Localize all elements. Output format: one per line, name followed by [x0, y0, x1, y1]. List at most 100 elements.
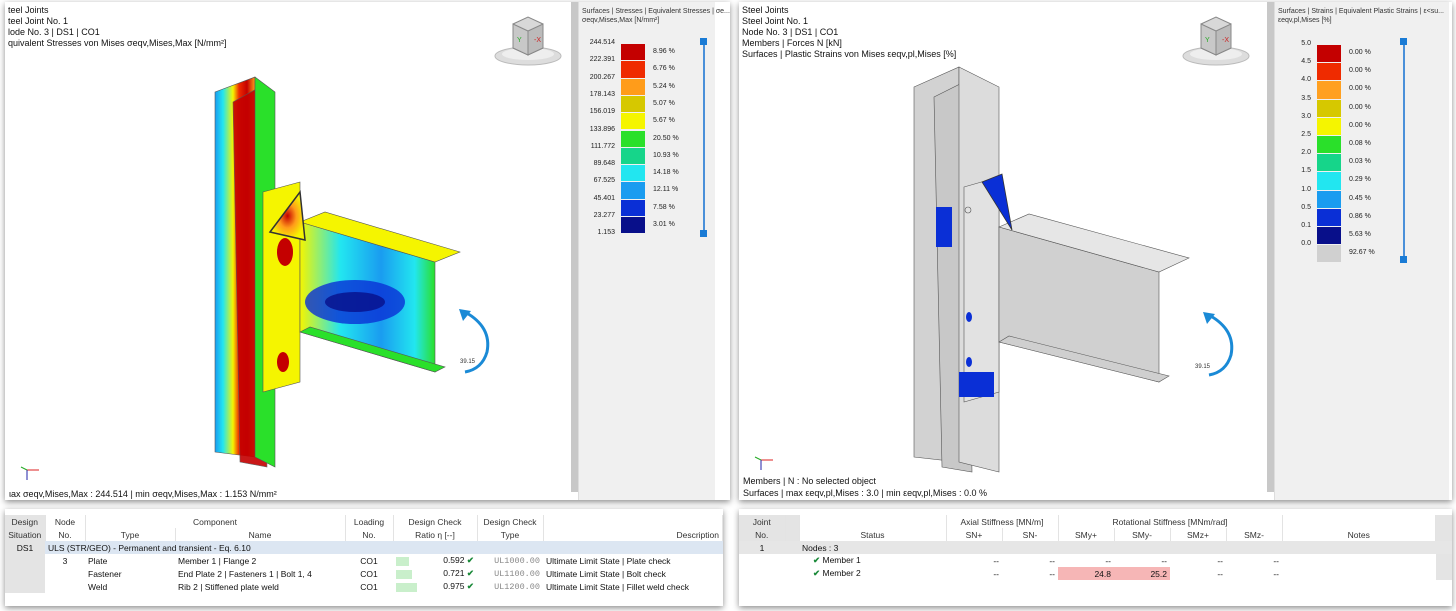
member-stiffness-row[interactable]: ✔ Member 1 -- -- -- -- -- -- — [739, 554, 1452, 567]
legend-percent: 0.00 % — [1349, 121, 1371, 129]
view-header-line: Steel Joint No. 1 — [742, 16, 809, 26]
col-type[interactable]: Type — [85, 528, 176, 541]
legend-percent: 7.58 % — [653, 203, 675, 211]
right-view-footer: Members | N : No selected object Surface… — [743, 476, 987, 499]
description-cell: Ultimate Limit State | Bolt check — [546, 568, 666, 579]
design-check-row[interactable]: Weld Rib 2 | Stiffened plate weld CO1 0.975… — [5, 580, 723, 593]
col-design-check-type[interactable]: Design Check — [477, 515, 544, 528]
view-header-line: quivalent Stresses von Mises σeqv,Mises,… — [8, 38, 227, 48]
legend-slider[interactable] — [1403, 42, 1405, 260]
ratio-bar-cell — [393, 554, 429, 567]
status-cell: ✔ Member 1 — [799, 554, 946, 567]
left-legend-scrollbar[interactable] — [571, 2, 578, 492]
component-type-cell: Plate — [88, 555, 108, 566]
legend-percent: 0.00 % — [1349, 67, 1371, 75]
end-cell — [1435, 554, 1452, 567]
component-name-cell: Rib 2 | Stiffened plate weld — [178, 581, 279, 592]
col-sn-minus[interactable]: SN- — [1002, 528, 1059, 541]
legend-percent: 0.45 % — [1349, 194, 1371, 202]
member-name: Member 1 — [822, 555, 861, 565]
rotation-arrow-icon — [459, 309, 490, 374]
legend-slider[interactable] — [703, 42, 705, 236]
stiffness-smz-plus-cell: -- — [1217, 568, 1223, 579]
col-loading[interactable]: Loading — [345, 515, 394, 528]
legend-percent: 0.86 % — [1349, 212, 1371, 220]
left-view-header: teel Joints teel Joint No. 1 lode No. 3 … — [8, 5, 226, 49]
legend-value: 244.514 — [589, 39, 615, 46]
col-smy-minus[interactable]: SMy- — [1114, 528, 1171, 541]
left-view-footer: ιax σeqv,Mises,Max : 244.514 | min σeqv,… — [9, 489, 277, 499]
legend-slider-handle-top[interactable] — [700, 38, 707, 45]
legend-color-swatch — [1317, 99, 1341, 117]
stiffness-sn-plus-cell: -- — [993, 555, 999, 566]
stiffness-smy-plus-cell: 24.8 — [1058, 567, 1114, 580]
stiffness-sn-plus-cell: -- — [993, 568, 999, 579]
svg-text:Y: Y — [517, 37, 522, 44]
node-group-row[interactable]: 1 Nodes : 3 — [739, 541, 1452, 554]
stiffness-smz-plus-cell: -- — [1217, 555, 1223, 566]
col-rotational-stiffness[interactable]: Rotational Stiffness [MNm/rad] — [1058, 515, 1283, 528]
col-joint-no[interactable]: Joint — [739, 515, 786, 528]
member-stiffness-row[interactable]: ✔ Member 2 -- -- 24.8 25.2 -- -- — [739, 567, 1452, 580]
node-no-cell: 3 — [62, 555, 68, 566]
col-axial-stiffness[interactable]: Axial Stiffness [MN/m] — [946, 515, 1059, 528]
check-ok-icon: ✔ — [466, 568, 474, 578]
component-type-cell: Weld — [88, 581, 108, 592]
legend-color-swatch — [1317, 154, 1341, 172]
legend-color-swatch — [621, 61, 645, 78]
col-component[interactable]: Component — [85, 515, 346, 528]
legend-value: 111.772 — [590, 142, 615, 150]
left-3d-viewport[interactable]: teel Joints teel Joint No. 1 lode No. 3 … — [5, 2, 730, 500]
col-smz-plus[interactable]: SMz+ — [1170, 528, 1227, 541]
legend-value: 1.153 — [597, 229, 615, 237]
view-header-line: Steel Joints — [742, 5, 789, 15]
design-check-row[interactable]: 3 Plate Member 1 | Flange 2 CO1 0.592 ✔ UL100… — [5, 554, 723, 567]
group-row[interactable]: DS1 ULS (STR/GEO) - Permanent and transi… — [5, 541, 723, 554]
stiffness-smz-minus-cell: -- — [1273, 568, 1279, 579]
col-sn-plus[interactable]: SN+ — [946, 528, 1003, 541]
legend-value: 0.5 — [1301, 203, 1311, 211]
right-color-legend: Surfaces | Strains | Equivalent Plastic … — [1274, 2, 1449, 500]
ratio-value: 0.975 — [443, 581, 465, 591]
stress-contour-model[interactable] — [205, 72, 505, 472]
legend-percent: 8.96 % — [653, 48, 675, 55]
legend-percent: 0.08 % — [1349, 140, 1371, 147]
legend-slider-handle-bottom[interactable] — [700, 230, 707, 237]
legend-color-swatch — [621, 95, 645, 113]
ratio-value: 0.721 — [443, 568, 465, 578]
col-end — [1435, 515, 1452, 528]
right-3d-viewport[interactable]: Steel Joints Steel Joint No. 1 Node No. … — [739, 2, 1452, 500]
legend-percent: 5.07 % — [653, 99, 675, 107]
right-legend-scrollbar[interactable] — [1267, 2, 1274, 492]
col-design-check-ratio[interactable]: Design Check — [393, 515, 478, 528]
col-smy-plus[interactable]: SMy+ — [1058, 528, 1115, 541]
legend-color-swatch — [1317, 172, 1341, 190]
col-notes[interactable]: Notes — [1282, 528, 1436, 541]
col-status-top — [799, 515, 947, 528]
legend-percent: 0.29 % — [1349, 176, 1371, 184]
legend-slider-handle-bottom[interactable] — [1400, 256, 1407, 263]
legend-percent: 14.18 % — [653, 169, 679, 177]
strain-contour-model[interactable] — [904, 62, 1214, 482]
col-name[interactable]: Name — [175, 528, 346, 541]
stiffness-smy-plus-cell: -- — [1105, 555, 1111, 566]
stiffness-sn-minus-cell: -- — [1049, 555, 1055, 566]
view-cube-icon[interactable]: Y -X — [493, 12, 563, 68]
view-cube-icon[interactable]: Y -X — [1181, 12, 1251, 68]
col-description[interactable]: Description — [543, 528, 723, 541]
col-node-no[interactable]: Node — [45, 515, 86, 528]
col-smz-minus[interactable]: SMz- — [1226, 528, 1283, 541]
description-cell: Ultimate Limit State | Plate check — [546, 555, 671, 566]
legend-percent: 0.00 % — [1349, 49, 1371, 56]
design-check-table: Design Node Component Loading Design Che… — [5, 515, 723, 593]
node-no-cell — [45, 567, 85, 580]
col-status[interactable]: Status — [799, 528, 947, 541]
legend-percent: 10.93 % — [653, 151, 679, 159]
legend-slider-handle-top[interactable] — [1400, 38, 1407, 45]
col-design-situation[interactable]: Design — [5, 515, 46, 528]
check-type-cell: UL1100.00 — [494, 568, 540, 579]
view-header-line: lode No. 3 | DS1 | CO1 — [8, 27, 100, 37]
right-view-header: Steel Joints Steel Joint No. 1 Node No. … — [742, 5, 956, 60]
member-name: Member 2 — [822, 568, 861, 578]
design-check-row[interactable]: Fastener End Plate 2 | Fasteners 1 | Bolt… — [5, 567, 723, 580]
